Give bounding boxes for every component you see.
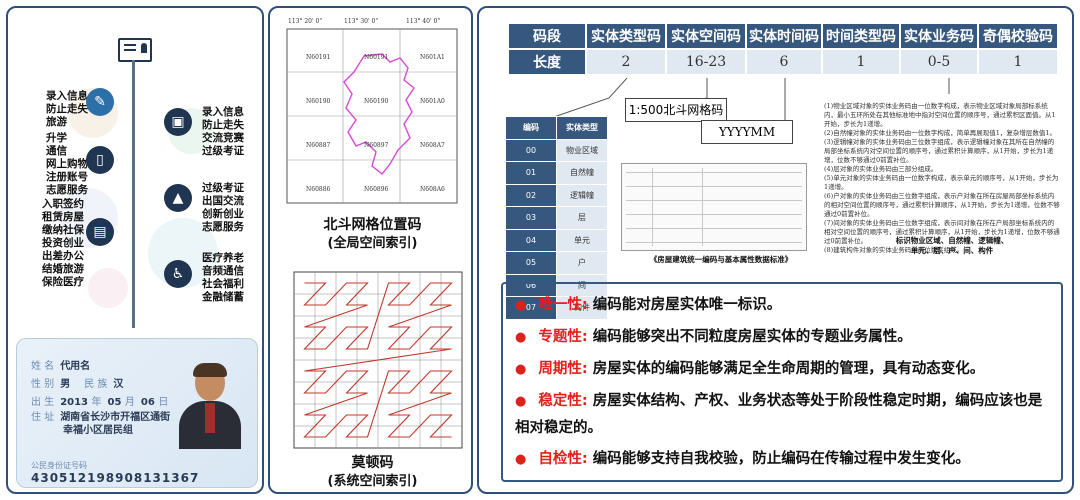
coding-scheme-panel: 码段 实体类型码 实体空间码 实体时间码 时间类型码 实体业务码 奇偶校验码 长…: [477, 6, 1074, 494]
morton-grid: [280, 258, 464, 450]
code-col-header: 奇偶校验码: [977, 22, 1059, 50]
beidou-cell-5: N601A0: [420, 98, 445, 105]
morton-grid-svg: [293, 271, 463, 449]
property-periodicity: ● 周期性: 房屋实体的编码能够满足全生命周期的管理，具有动态变化。: [515, 361, 985, 377]
code-length-value: 6: [745, 48, 823, 76]
avatar: [177, 363, 243, 449]
backpack-icon: ▣: [164, 108, 192, 136]
graduation-cap-icon: ▲: [164, 184, 192, 212]
beidou-grid-map: 113° 20' 0" 113° 30' 0" 113° 40' 0" N601…: [282, 18, 462, 208]
spatial-index-panel: 113° 20' 0" 113° 30' 0" 113° 40' 0" N601…: [268, 6, 473, 494]
code-col-header: 实体业务码: [899, 22, 979, 50]
timeline-item-3-text: 升学 通信 网上购物 注册账号 志愿服务: [46, 132, 88, 196]
beidou-cell-7: N60897: [364, 142, 389, 149]
id-card: 姓 名代用名 性 别男民 族汉 出 生 2013 年 05 月 06 日 住 址湖南省…: [16, 338, 258, 488]
beidou-cell-9: N60886: [306, 186, 331, 193]
timeline-item-6-text: 医疗养老 音频通信 社会福利 金融储蓄: [202, 252, 244, 303]
code-length-value: 16-23: [665, 48, 747, 76]
beidou-caption-subtitle: (全局空间索引): [327, 236, 418, 251]
code-length-value: 0-5: [899, 48, 979, 76]
beidou-cell-0: N60191: [306, 54, 331, 61]
beidou-cell-3: N60190: [306, 98, 331, 105]
grid-code-label: 1:500北斗网格码: [625, 98, 727, 122]
id-sex-row: 性 别男民 族汉: [31, 379, 124, 390]
code-row-label: 长度: [507, 48, 587, 76]
property-thematic: ● 专题性: 编码能够突出不同粒度房屋实体的专题业务属性。: [515, 329, 912, 345]
syringe-icon: ✎: [86, 88, 114, 116]
property-uniqueness: ● 唯一性: 编码能对房屋实体唯一标识。: [515, 297, 782, 313]
standard-document-thumbnail: [621, 163, 807, 251]
id-name-row: 姓 名代用名: [31, 361, 91, 372]
beidou-cell-1: N60191: [364, 54, 389, 61]
code-length-value: 1: [821, 48, 901, 76]
code-col-header: 时间类型码: [821, 22, 901, 50]
id-number-row: 公民身份证号码430512198908131367: [31, 461, 200, 485]
timeline-item-4-text: 过级考证 出国交流 创新创业 志愿服务: [202, 182, 244, 233]
beidou-caption-title: 北斗网格位置码: [323, 217, 422, 233]
standard-document-caption: 《房屋建筑统一编码与基本属性数据标准》: [649, 255, 793, 264]
morton-caption-title: 莫顿码: [351, 455, 394, 471]
briefcase-icon: ▤: [86, 218, 114, 246]
beidou-cell-4: N60190: [364, 98, 389, 105]
business-code-notes: (1)物业区域对象的实体业务码由一位数字构成，表示物业区域对象局部标系统内，最小…: [824, 102, 1060, 254]
beidou-cell-2: N601A1: [420, 54, 445, 61]
time-code-label: YYYYMM: [701, 120, 793, 144]
property-self-check: ● 自检性: 编码能够支持自我校验，防止编码在传输过程中发生变化。: [515, 451, 970, 467]
code-col-header: 实体空间码: [665, 22, 747, 50]
life-timeline-panel: 录入信息 防止走失 旅游 ✎ 录入信息 防止走失 交流竞赛 过级考证 ▣ 升学 通信 网上购物…: [6, 6, 264, 494]
id-birth-row: 出 生 2013 年 05 月 06 日: [31, 397, 169, 408]
code-structure-table: 码段 实体类型码 实体空间码 实体时间码 时间类型码 实体业务码 奇偶校验码 长…: [507, 22, 1059, 76]
code-length-value: 2: [585, 48, 667, 76]
phone-icon: ▯: [86, 146, 114, 174]
code-col-header: 实体时间码: [745, 22, 823, 50]
beidou-cell-10: N60896: [364, 186, 389, 193]
beidou-cell-6: N60887: [306, 142, 331, 149]
code-col-header: 码段: [507, 22, 587, 50]
id-address-row: 住 址湖南省长沙市开福区通街 幸福小区居民组: [31, 412, 171, 436]
elderly-icon: ♿: [164, 260, 192, 288]
morton-caption-subtitle: (系统空间索引): [327, 474, 418, 489]
property-stability: ● 稳定性: 房屋实体结构、产权、业务状态等处于阶段性稳定时期，编码应该也是相对稳…: [515, 393, 1043, 436]
beidou-cell-8: N608A7: [420, 142, 445, 149]
beidou-cell-11: N608A6: [420, 186, 445, 193]
id-card-icon: [118, 38, 152, 62]
code-properties-box: ● 唯一性: 编码能对房屋实体唯一标识。 ● 专题性: 编码能够突出不同粒度房屋实体…: [501, 282, 1063, 482]
timeline-item-5-text: 入职签约 租赁房屋 缴纳社保 投资创业 出差办公 结婚旅游 保险医疗: [42, 198, 84, 288]
code-col-header: 实体类型码: [585, 22, 667, 50]
notes-caption: 标识物业区域、自然幢、逻辑幢、 单元、层、户、间、构件: [895, 236, 1009, 255]
timeline-item-1-text: 录入信息 防止走失 旅游: [46, 90, 88, 128]
timeline-item-2-text: 录入信息 防止走失 交流竞赛 过级考证: [202, 106, 244, 157]
code-length-value: 1: [977, 48, 1059, 76]
